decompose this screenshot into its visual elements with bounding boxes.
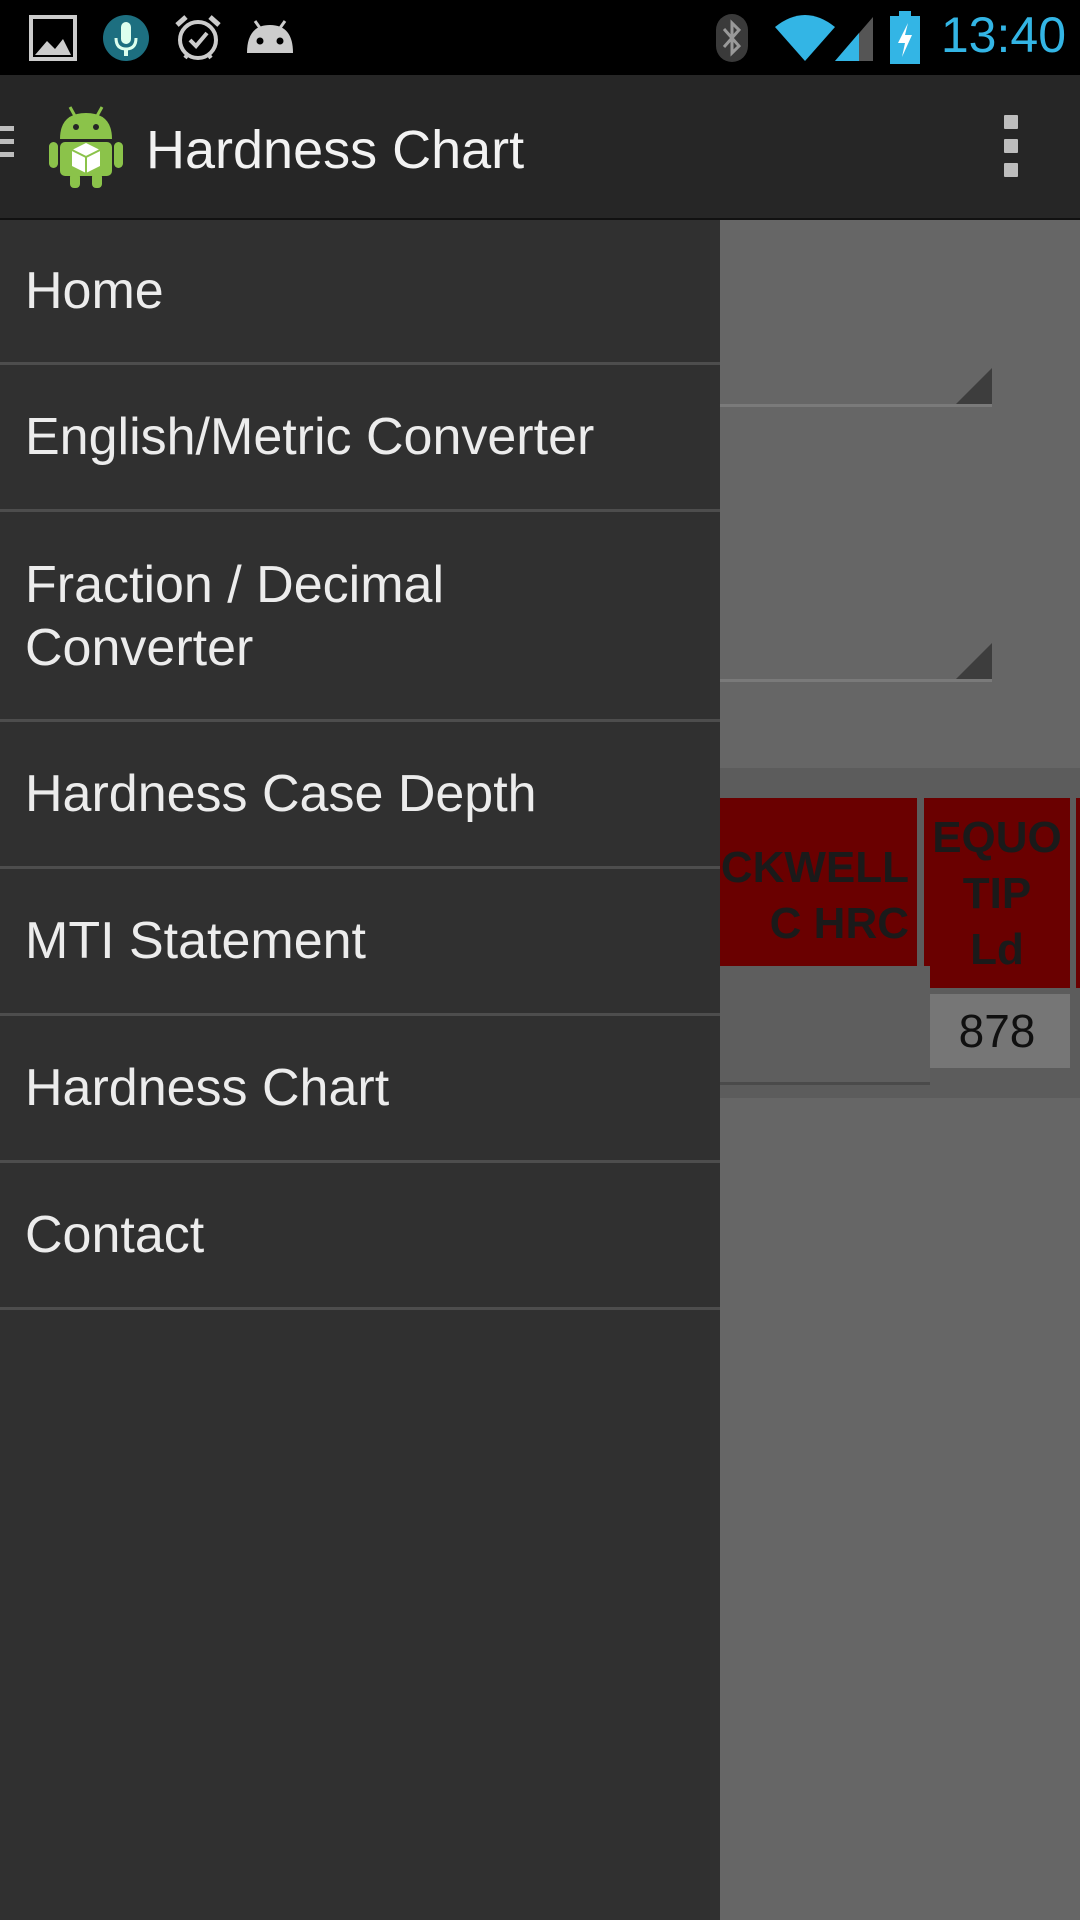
spinner-arrow-icon[interactable]	[956, 368, 992, 404]
drawer-item-home[interactable]: Home	[0, 220, 720, 365]
android-app-icon[interactable]	[46, 103, 126, 189]
drawer-item-label: Home	[25, 262, 164, 320]
drawer-indicator-icon[interactable]	[0, 126, 14, 168]
drawer-item-label: Contact	[25, 1206, 205, 1264]
drawer-item-label: Fraction / Decimal Converter	[25, 556, 444, 677]
navigation-drawer: Home English/Metric Converter Fraction /…	[0, 220, 720, 1920]
drawer-item-english-metric-converter[interactable]: English/Metric Converter	[0, 365, 720, 512]
spinner-arrow-icon[interactable]	[956, 643, 992, 679]
cell-signal-icon	[832, 12, 876, 64]
bluetooth-icon	[714, 12, 750, 64]
drawer-item-label: MTI Statement	[25, 912, 366, 970]
table-header-next	[1076, 798, 1080, 988]
action-bar-title: Hardness Chart	[146, 120, 525, 180]
status-bar: 13:40	[0, 0, 1080, 75]
table-cell-equotip: 878	[924, 994, 1070, 1068]
drawer-item-label: Hardness Chart	[25, 1059, 390, 1117]
table-header-equotip: EQUO TIP Ld	[924, 798, 1070, 988]
battery-charging-icon	[888, 11, 922, 64]
drawer-item-hardness-case-depth[interactable]: Hardness Case Depth	[0, 722, 720, 869]
voice-search-icon	[100, 12, 152, 64]
alarm-icon	[172, 12, 224, 64]
drawer-item-hardness-chart[interactable]: Hardness Chart	[0, 1016, 720, 1163]
android-icon	[242, 12, 298, 64]
action-bar: Hardness Chart	[0, 75, 1080, 220]
drawer-item-mti-statement[interactable]: MTI Statement	[0, 869, 720, 1016]
wifi-icon	[772, 12, 838, 64]
drawer-item-label: Hardness Case Depth	[25, 765, 537, 823]
background-button	[700, 966, 930, 1085]
drawer-item-fraction-decimal-converter[interactable]: Fraction / Decimal Converter	[0, 512, 720, 722]
gallery-icon	[28, 12, 78, 64]
drawer-item-label: English/Metric Converter	[25, 408, 595, 466]
drawer-item-contact[interactable]: Contact	[0, 1163, 720, 1310]
overflow-menu-icon[interactable]	[1002, 115, 1020, 179]
clock: 13:40	[940, 7, 1066, 63]
